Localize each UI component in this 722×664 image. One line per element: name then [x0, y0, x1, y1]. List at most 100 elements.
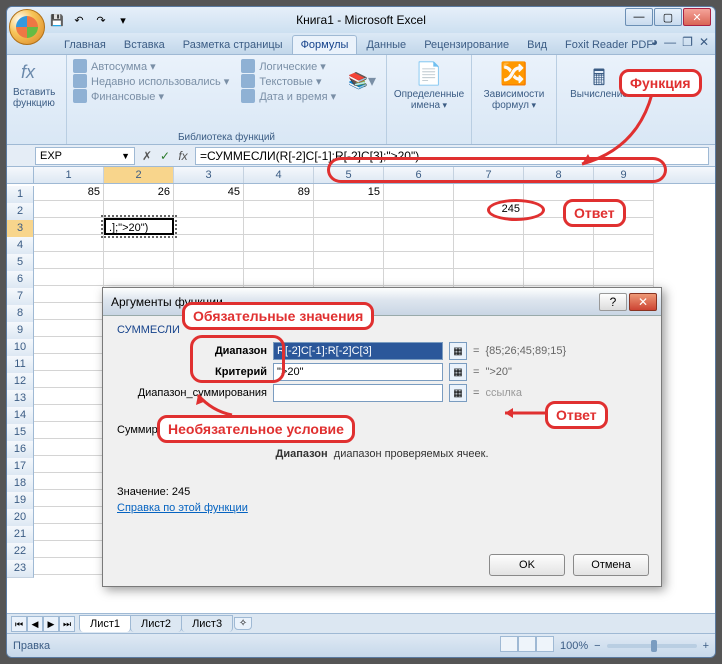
library-дата-и-время[interactable]: Дата и время ▾	[241, 89, 336, 103]
tab-главная[interactable]: Главная	[55, 35, 115, 54]
collapse-dialog-icon[interactable]: ▦	[449, 384, 467, 402]
cell-r6c8[interactable]	[524, 269, 594, 286]
tab-формулы[interactable]: Формулы	[292, 35, 358, 54]
tab-foxit-reader-pdf[interactable]: Foxit Reader PDF	[556, 35, 662, 54]
cell-r4c7[interactable]	[454, 235, 524, 252]
cell-r6c5[interactable]	[314, 269, 384, 286]
cell-r6c9[interactable]	[594, 269, 654, 286]
office-button[interactable]	[9, 9, 45, 45]
save-icon[interactable]: 💾	[47, 11, 67, 29]
cell-r13c1[interactable]	[34, 388, 104, 405]
cell-r4c2[interactable]	[104, 235, 174, 252]
cell-r8c1[interactable]	[34, 303, 104, 320]
cell-r1c5[interactable]: 15	[314, 184, 384, 201]
cell-r1c6[interactable]	[384, 184, 454, 201]
cell-r6c6[interactable]	[384, 269, 454, 286]
cell-r2c2[interactable]	[104, 201, 174, 218]
cell-r4c6[interactable]	[384, 235, 454, 252]
cell-r5c6[interactable]	[384, 252, 454, 269]
library-недавно-использовались[interactable]: Недавно использовались ▾	[73, 74, 229, 88]
cell-r1c4[interactable]: 89	[244, 184, 314, 201]
cell-r5c2[interactable]	[104, 252, 174, 269]
cell-r22c1[interactable]	[34, 541, 104, 558]
cell-r14c1[interactable]	[34, 405, 104, 422]
cell-r3c1[interactable]	[34, 218, 104, 235]
tab-рецензирование[interactable]: Рецензирование	[415, 35, 518, 54]
minimize-button[interactable]: —	[625, 8, 653, 26]
zoom-out-icon[interactable]: −	[594, 640, 600, 652]
cell-r3c4[interactable]	[244, 218, 314, 235]
library-автосумма[interactable]: Автосумма ▾	[73, 59, 229, 73]
library-текстовые[interactable]: Текстовые ▾	[241, 74, 336, 88]
zoom-in-icon[interactable]: +	[703, 640, 709, 652]
maximize-button[interactable]: ▢	[654, 8, 682, 26]
collapse-dialog-icon[interactable]: ▦	[449, 342, 467, 360]
cell-r5c8[interactable]	[524, 252, 594, 269]
cell-r2c3[interactable]	[174, 201, 244, 218]
col-header-1[interactable]: 1	[34, 167, 104, 183]
sheet-last-icon[interactable]: ⏭	[59, 616, 75, 632]
defined-names-button[interactable]: 📄 Определенные имена ▾	[393, 57, 465, 111]
cell-r2c6[interactable]	[384, 201, 454, 218]
chevron-down-icon[interactable]: ▼	[121, 151, 130, 161]
cell-r19c1[interactable]	[34, 490, 104, 507]
cell-r3c2[interactable]: .];">20")	[104, 218, 174, 235]
library-логические[interactable]: Логические ▾	[241, 59, 336, 73]
cell-r15c1[interactable]	[34, 422, 104, 439]
cell-r12c1[interactable]	[34, 371, 104, 388]
cell-r9c1[interactable]	[34, 320, 104, 337]
sheet-tab-лист2[interactable]: Лист2	[130, 615, 182, 632]
col-header-2[interactable]: 2	[104, 167, 174, 183]
enter-formula-icon[interactable]: ✓	[157, 149, 173, 163]
workbook-restore-icon[interactable]: ❐	[682, 35, 693, 49]
tab-вставка[interactable]: Вставка	[115, 35, 174, 54]
cell-r2c4[interactable]	[244, 201, 314, 218]
cell-r1c2[interactable]: 26	[104, 184, 174, 201]
collapse-dialog-icon[interactable]: ▦	[449, 363, 467, 381]
select-all-corner[interactable]	[7, 167, 34, 183]
sheet-tab-лист1[interactable]: Лист1	[79, 615, 131, 632]
cell-r3c3[interactable]	[174, 218, 244, 235]
cell-r23c1[interactable]	[34, 558, 104, 575]
cell-r18c1[interactable]	[34, 473, 104, 490]
dialog-close-icon[interactable]: ✕	[629, 293, 657, 311]
cell-r16c1[interactable]	[34, 439, 104, 456]
cell-r5c5[interactable]	[314, 252, 384, 269]
ribbon-minimize-icon[interactable]: —	[664, 35, 676, 49]
help-icon[interactable]: ◕	[651, 35, 658, 49]
undo-icon[interactable]: ↶	[69, 11, 89, 29]
cell-r4c1[interactable]	[34, 235, 104, 252]
new-sheet-icon[interactable]: ✧	[234, 617, 252, 630]
cell-r3c5[interactable]	[314, 218, 384, 235]
workbook-close-icon[interactable]: ✕	[699, 35, 709, 49]
cell-r3c6[interactable]	[384, 218, 454, 235]
sheet-prev-icon[interactable]: ◀	[27, 616, 43, 632]
cell-r21c1[interactable]	[34, 524, 104, 541]
tab-вид[interactable]: Вид	[518, 35, 556, 54]
cell-r1c3[interactable]: 45	[174, 184, 244, 201]
cell-r11c1[interactable]	[34, 354, 104, 371]
cell-r5c3[interactable]	[174, 252, 244, 269]
close-button[interactable]: ✕	[683, 8, 711, 26]
formula-dependencies-button[interactable]: 🔀 Зависимости формул ▾	[478, 57, 550, 111]
sheet-tab-лист3[interactable]: Лист3	[181, 615, 233, 632]
cell-r4c5[interactable]	[314, 235, 384, 252]
cell-r4c9[interactable]	[594, 235, 654, 252]
cell-r20c1[interactable]	[34, 507, 104, 524]
cell-r7c1[interactable]	[34, 286, 104, 303]
ok-button[interactable]: OK	[489, 554, 565, 576]
cell-r1c1[interactable]: 85	[34, 184, 104, 201]
cell-r17c1[interactable]	[34, 456, 104, 473]
sheet-first-icon[interactable]: ⏮	[11, 616, 27, 632]
fx-icon-small[interactable]: fx	[175, 149, 191, 163]
zoom-slider[interactable]	[607, 644, 697, 648]
qa-more-icon[interactable]: ▾	[113, 11, 133, 29]
zoom-level[interactable]: 100%	[560, 640, 588, 652]
col-header-3[interactable]: 3	[174, 167, 244, 183]
cell-r6c3[interactable]	[174, 269, 244, 286]
name-box[interactable]: EXP ▼	[35, 147, 135, 165]
arg-input-0[interactable]	[273, 342, 443, 360]
cell-r6c2[interactable]	[104, 269, 174, 286]
insert-function-button[interactable]: fx Вставить функцию	[13, 57, 43, 109]
cell-r5c7[interactable]	[454, 252, 524, 269]
